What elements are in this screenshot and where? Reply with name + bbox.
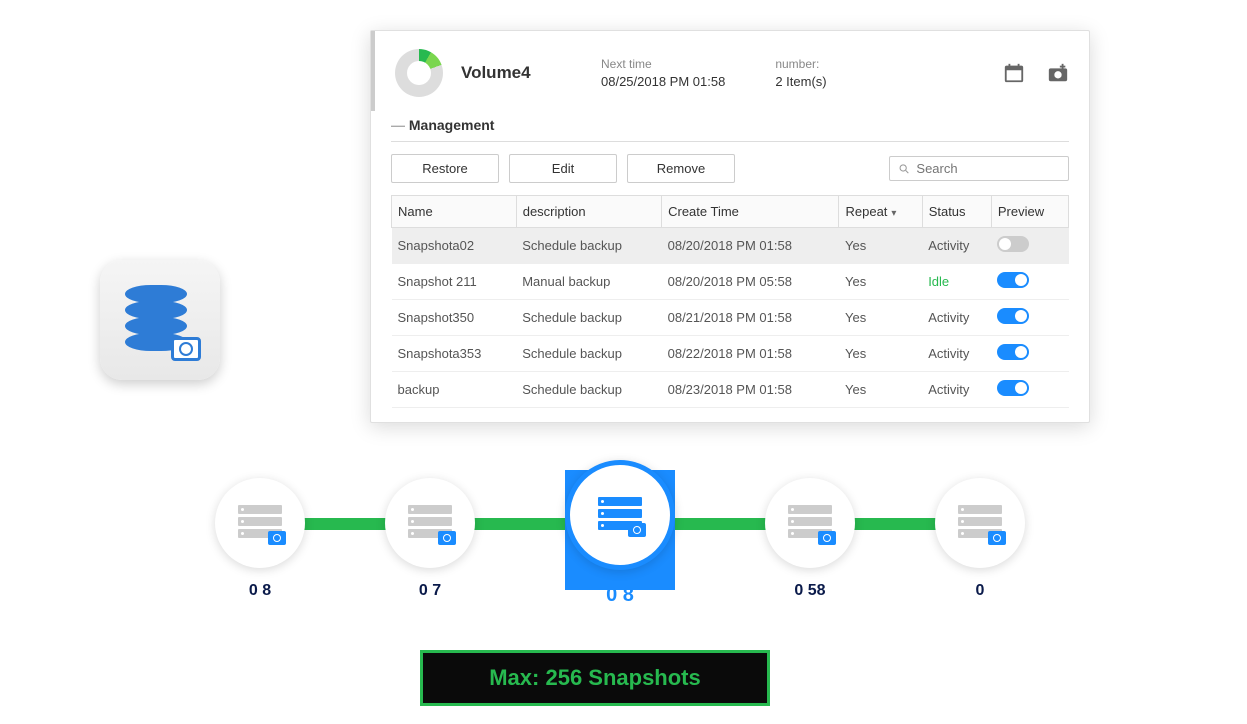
cell-create-time: 08/23/2018 PM 01:58 <box>662 372 839 408</box>
number-value: 2 Item(s) <box>775 74 826 89</box>
preview-toggle[interactable] <box>997 272 1029 288</box>
table-row[interactable]: backupSchedule backup08/23/2018 PM 01:58… <box>392 372 1069 408</box>
cell-name: Snapshota02 <box>392 228 517 264</box>
max-snapshots-banner: Max: 256 Snapshots <box>420 650 770 706</box>
cell-description: Schedule backup <box>516 372 661 408</box>
table-row[interactable]: Snapshot350Schedule backup08/21/2018 PM … <box>392 300 1069 336</box>
preview-toggle[interactable] <box>997 380 1029 396</box>
number-label: number: <box>775 57 826 71</box>
cell-status: Activity <box>922 300 991 336</box>
management-section-header: Management <box>371 117 1089 142</box>
timeline-node[interactable]: 0 7 <box>370 478 490 600</box>
server-snapshot-icon <box>238 505 282 541</box>
cell-description: Schedule backup <box>516 300 661 336</box>
add-snapshot-camera-icon[interactable] <box>1047 62 1069 84</box>
snapshot-panel: Volume4 Next time 08/25/2018 PM 01:58 nu… <box>370 30 1090 423</box>
edit-button[interactable]: Edit <box>509 154 617 183</box>
timeline-label: 0 58 <box>750 582 870 600</box>
cell-create-time: 08/20/2018 PM 01:58 <box>662 228 839 264</box>
cell-status: Activity <box>922 336 991 372</box>
number-meta: number: 2 Item(s) <box>775 57 826 89</box>
next-time-label: Next time <box>601 57 725 71</box>
cell-name: Snapshota353 <box>392 336 517 372</box>
table-row[interactable]: Snapshot 211Manual backup08/20/2018 PM 0… <box>392 264 1069 300</box>
col-create-time[interactable]: Create Time <box>662 196 839 228</box>
calendar-icon[interactable] <box>1003 62 1025 84</box>
cell-description: Manual backup <box>516 264 661 300</box>
table-row[interactable]: Snapshota02Schedule backup08/20/2018 PM … <box>392 228 1069 264</box>
timeline-label: 0 7 <box>370 582 490 600</box>
server-snapshot-icon <box>958 505 1002 541</box>
next-time-value: 08/25/2018 PM 01:58 <box>601 74 725 89</box>
col-description[interactable]: description <box>516 196 661 228</box>
timeline-node[interactable]: 0 <box>920 478 1040 600</box>
col-preview[interactable]: Preview <box>991 196 1068 228</box>
toolbar: Restore Edit Remove <box>371 142 1089 195</box>
cell-name: backup <box>392 372 517 408</box>
cell-repeat: Yes <box>839 300 922 336</box>
snapshot-app-icon <box>100 260 220 380</box>
timeline-label: 0 8 <box>200 582 320 600</box>
timeline-label: 0 8 <box>540 584 700 607</box>
management-title: Management <box>391 117 1069 133</box>
cell-repeat: Yes <box>839 264 922 300</box>
cell-description: Schedule backup <box>516 228 661 264</box>
snapshot-timeline: 0 8 0 7 0 8 0 58 0 <box>200 470 1040 607</box>
cell-repeat: Yes <box>839 228 922 264</box>
cell-repeat: Yes <box>839 372 922 408</box>
search-input[interactable] <box>916 161 1060 176</box>
snapshot-table: Name description Create Time Repeat Stat… <box>391 195 1069 408</box>
cell-status: Idle <box>922 264 991 300</box>
timeline-node[interactable]: 0 58 <box>750 478 870 600</box>
volume-header: Volume4 Next time 08/25/2018 PM 01:58 nu… <box>371 31 1089 111</box>
server-snapshot-icon <box>408 505 452 541</box>
search-box[interactable] <box>889 156 1069 181</box>
database-camera-icon <box>125 285 195 355</box>
remove-button[interactable]: Remove <box>627 154 735 183</box>
col-status[interactable]: Status <box>922 196 991 228</box>
server-snapshot-icon <box>598 497 642 533</box>
cell-create-time: 08/20/2018 PM 05:58 <box>662 264 839 300</box>
timeline-node[interactable]: 0 8 <box>540 460 700 607</box>
cell-create-time: 08/21/2018 PM 01:58 <box>662 300 839 336</box>
cell-name: Snapshot 211 <box>392 264 517 300</box>
cell-create-time: 08/22/2018 PM 01:58 <box>662 336 839 372</box>
restore-button[interactable]: Restore <box>391 154 499 183</box>
timeline-label: 0 <box>920 582 1040 600</box>
volume-name: Volume4 <box>461 63 601 83</box>
server-snapshot-icon <box>788 505 832 541</box>
volume-usage-pie-icon <box>395 49 443 97</box>
table-row[interactable]: Snapshota353Schedule backup08/22/2018 PM… <box>392 336 1069 372</box>
cell-description: Schedule backup <box>516 336 661 372</box>
col-repeat[interactable]: Repeat <box>839 196 922 228</box>
col-name[interactable]: Name <box>392 196 517 228</box>
cell-status: Activity <box>922 228 991 264</box>
cell-status: Activity <box>922 372 991 408</box>
preview-toggle[interactable] <box>997 308 1029 324</box>
preview-toggle[interactable] <box>997 236 1029 252</box>
next-time-meta: Next time 08/25/2018 PM 01:58 <box>601 57 725 89</box>
cell-repeat: Yes <box>839 336 922 372</box>
preview-toggle[interactable] <box>997 344 1029 360</box>
timeline-node[interactable]: 0 8 <box>200 478 320 600</box>
search-icon <box>898 162 910 176</box>
cell-name: Snapshot350 <box>392 300 517 336</box>
